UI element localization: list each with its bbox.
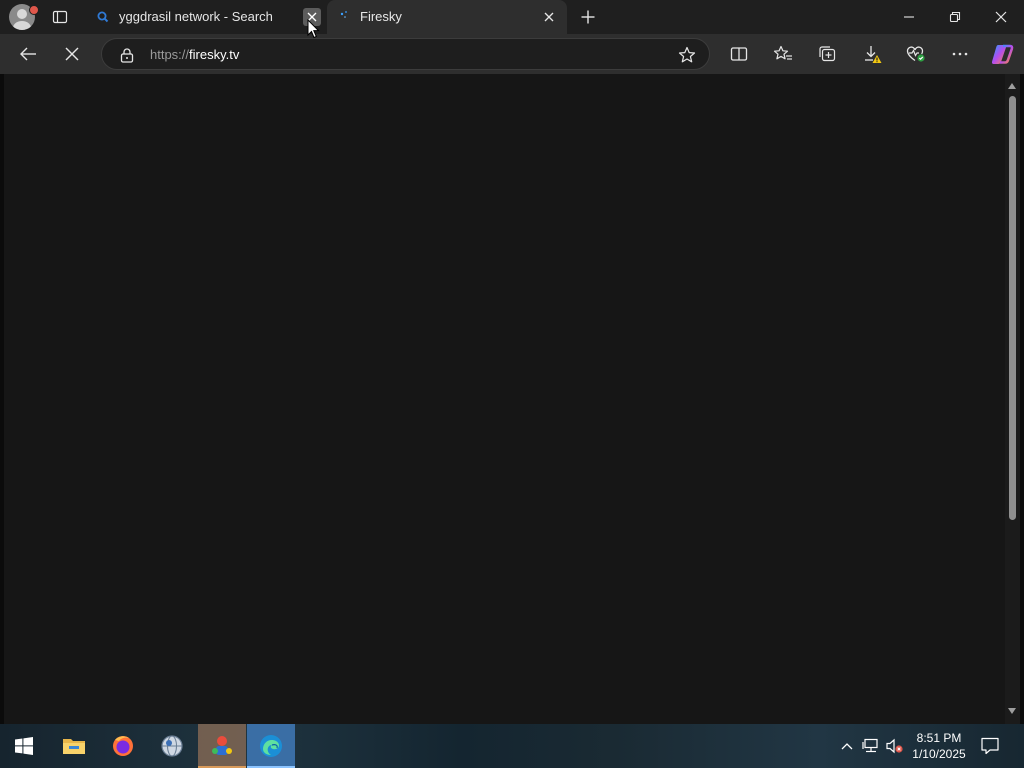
volume-tray-button[interactable] xyxy=(886,737,904,755)
chevron-up-icon xyxy=(841,743,853,750)
taskbar-app-mascot[interactable] xyxy=(198,724,246,768)
browser-toolbar: https://firesky.tv xyxy=(0,34,1024,74)
close-icon xyxy=(544,12,554,22)
split-screen-icon xyxy=(730,47,748,61)
more-icon xyxy=(952,52,968,56)
address-bar[interactable]: https://firesky.tv xyxy=(101,38,710,70)
tab-search[interactable]: yggdrasil network - Search xyxy=(86,0,326,34)
taskbar-app-globe[interactable] xyxy=(148,724,196,768)
favorites-button[interactable] xyxy=(767,38,799,70)
scroll-down-arrow-icon[interactable] xyxy=(1008,708,1016,714)
url-host: firesky.tv xyxy=(189,47,240,62)
scroll-up-arrow-icon[interactable] xyxy=(1008,83,1016,89)
edge-icon xyxy=(260,735,282,757)
clock-time: 8:51 PM xyxy=(916,731,962,745)
scroll-thumb[interactable] xyxy=(1009,96,1016,520)
start-button[interactable] xyxy=(0,724,48,768)
copilot-button[interactable] xyxy=(986,38,1018,70)
windows-logo-icon xyxy=(15,737,33,755)
taskbar-file-explorer[interactable] xyxy=(50,724,98,768)
favorite-star-icon[interactable] xyxy=(678,46,696,64)
firefox-icon xyxy=(113,736,133,756)
back-button[interactable] xyxy=(12,38,44,70)
browser-essentials-button[interactable] xyxy=(900,38,932,70)
mascot-app-icon xyxy=(212,736,232,755)
tab-actions-button[interactable] xyxy=(48,6,72,28)
page-viewport[interactable] xyxy=(4,74,1005,724)
minimize-icon xyxy=(904,16,914,18)
stop-icon xyxy=(65,47,79,61)
network-tray-button[interactable] xyxy=(862,737,880,755)
taskbar-firefox[interactable] xyxy=(99,724,147,768)
lock-icon[interactable] xyxy=(119,47,135,63)
firesky-favicon xyxy=(340,11,347,18)
url-scheme: https:// xyxy=(150,47,190,62)
back-arrow-icon xyxy=(20,47,36,61)
vertical-tabs-icon xyxy=(52,10,68,24)
url-text[interactable]: https://firesky.tv xyxy=(150,47,239,62)
close-window-button[interactable] xyxy=(978,0,1024,34)
notifications-button[interactable] xyxy=(980,736,1002,756)
favorites-icon xyxy=(773,45,792,60)
network-icon xyxy=(862,738,878,753)
split-screen-button[interactable] xyxy=(723,38,755,70)
taskbar: 8:51 PM 1/10/2025 xyxy=(0,724,1024,768)
collections-icon xyxy=(819,46,836,62)
taskbar-clock[interactable]: 8:51 PM 1/10/2025 xyxy=(906,730,972,762)
tab-close-button[interactable] xyxy=(540,8,558,26)
restore-icon xyxy=(949,11,961,23)
search-icon xyxy=(97,11,109,23)
downloads-button[interactable] xyxy=(856,38,888,70)
more-menu-button[interactable] xyxy=(944,38,976,70)
collections-button[interactable] xyxy=(811,38,843,70)
tab-title: Firesky xyxy=(360,9,402,24)
tab-strip: yggdrasil network - Search Firesky xyxy=(0,0,1024,34)
show-hidden-icons-button[interactable] xyxy=(838,737,856,755)
plus-icon xyxy=(581,10,595,24)
browser-essentials-icon xyxy=(906,46,925,62)
minimize-button[interactable] xyxy=(886,0,932,34)
profile-status-dot xyxy=(29,5,39,15)
volume-muted-icon xyxy=(886,738,903,754)
stop-loading-button[interactable] xyxy=(56,38,88,70)
close-icon xyxy=(995,11,1007,23)
folder-icon xyxy=(63,739,85,754)
taskbar-edge[interactable] xyxy=(247,724,295,768)
downloads-icon xyxy=(865,46,882,63)
new-tab-button[interactable] xyxy=(576,5,600,29)
clock-date: 1/10/2025 xyxy=(912,747,966,761)
mouse-cursor-icon xyxy=(307,19,320,39)
copilot-icon xyxy=(991,44,1014,64)
globe-app-icon xyxy=(161,735,183,757)
restore-button[interactable] xyxy=(932,0,978,34)
notification-icon xyxy=(981,737,999,755)
tab-firesky[interactable]: Firesky xyxy=(327,0,567,34)
tab-title: yggdrasil network - Search xyxy=(119,9,273,24)
vertical-scrollbar[interactable] xyxy=(1005,74,1020,724)
